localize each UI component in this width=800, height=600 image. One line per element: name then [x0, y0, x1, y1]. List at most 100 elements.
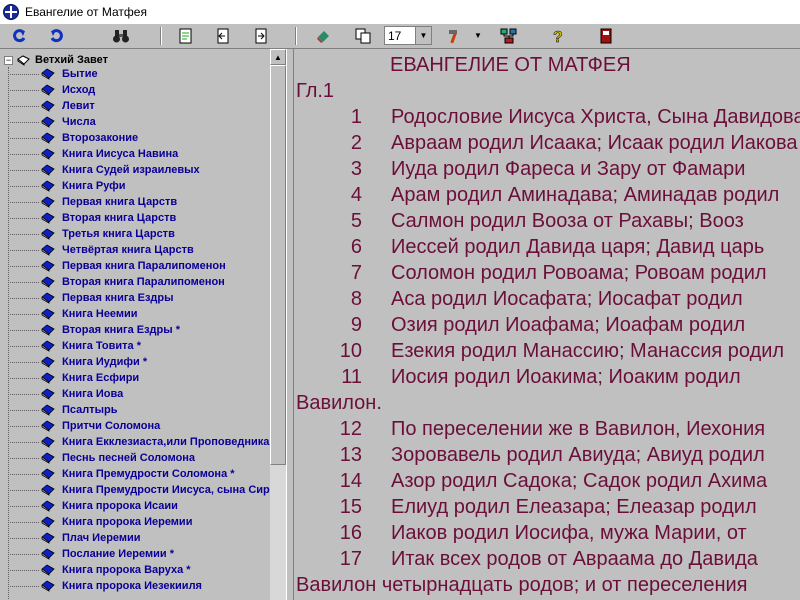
tree-item[interactable]: Левит [8, 98, 95, 114]
book-icon [41, 148, 55, 160]
tree-item[interactable]: Книга пророка Варуха * [8, 562, 191, 578]
network-button[interactable] [498, 26, 520, 46]
tree-item-label: Исход [62, 84, 96, 96]
tree-item[interactable]: Третья книга Царств [8, 226, 175, 242]
tree-item[interactable]: Книга Иова [8, 386, 123, 402]
verse-number: 5 [350, 210, 362, 232]
tree-item[interactable]: Бытие [8, 66, 98, 82]
book-icon [41, 292, 55, 304]
tree-item[interactable]: Книга пророка Иеремии [8, 514, 192, 530]
tree-item[interactable]: Плач Иеремии [8, 530, 141, 546]
tree-item[interactable]: Четвёртая книга Царств [8, 242, 194, 258]
tree-item-label: Вторая книга Царств [62, 212, 177, 224]
tree-item[interactable]: Книга Премудрости Иисуса, сына Сирахова … [8, 482, 270, 498]
book-icon [41, 564, 55, 576]
caret-up-icon: ▲ [274, 52, 282, 62]
tree-item[interactable]: Книга Иисуса Навина [8, 146, 178, 162]
scroll-up-button[interactable]: ▲ [270, 49, 286, 65]
tree-item[interactable]: Книга пророка Иезекииля [8, 578, 202, 594]
tree-item-label: Книга Иисуса Навина [62, 148, 179, 160]
book-icon [41, 468, 55, 480]
verse-text: Родословие Иисуса Христа, Сына Давидова [391, 106, 800, 128]
tree-item[interactable]: Книга Товита * [8, 338, 141, 354]
tree-item[interactable]: Книга Екклезиаста,или Проповедника [8, 434, 269, 450]
tree-item[interactable]: Вторая книга Ездры * [8, 322, 180, 338]
book-icon [41, 180, 55, 192]
exit-button[interactable] [595, 26, 617, 46]
tree-item[interactable]: Книга Иудифи * [8, 354, 147, 370]
tree-item[interactable]: Книга Руфи [8, 178, 126, 194]
tree-item[interactable]: Песнь песней Соломона [8, 450, 195, 466]
scripture-text-pane[interactable]: ЕВАНГЕЛИЕ ОТ МАТФЕЯ Гл.1 1 Родословие Ии… [293, 49, 800, 600]
tree-item[interactable]: Первая книга Царств [8, 194, 177, 210]
verse-number: 2 [350, 132, 362, 154]
verse-number: 16 [339, 522, 362, 544]
verse-text: Азор родил Садока; Садок родил Ахима [391, 470, 768, 492]
collapse-icon[interactable]: − [4, 55, 13, 65]
tree-item[interactable]: Псалтырь [8, 402, 118, 418]
tool-button[interactable] [312, 26, 334, 46]
hammer-button[interactable] [444, 26, 466, 46]
verse-text: Арам родил Аминадава; Аминадав родил [391, 184, 780, 206]
tree-item[interactable]: Книга пророка Исаии [8, 498, 178, 514]
tree-item[interactable]: Первая книга Паралипоменон [8, 258, 226, 274]
tree-item[interactable]: Книга Неемии [8, 306, 138, 322]
next-page-button[interactable] [250, 26, 272, 46]
book-icon [41, 388, 55, 400]
verse-text: Авраам родил Исаака; Исаак родил Иакова [391, 132, 798, 154]
copy-button[interactable] [352, 26, 374, 46]
tree-item-label: Бытие [62, 68, 98, 80]
verse-number: 15 [339, 496, 362, 518]
tree-item-label: Книга Екклезиаста,или Проповедника [62, 436, 270, 448]
book-icon [41, 116, 55, 128]
verse-number: 14 [339, 470, 362, 492]
tree-item[interactable]: Притчи Соломона [8, 418, 160, 434]
help-button[interactable]: ? [546, 26, 568, 46]
tree-item-label: Вторая книга Паралипоменон [62, 276, 225, 288]
prev-page-button[interactable] [212, 26, 234, 46]
verse-text: Езекия родил Манассию; Манассия родил [391, 340, 785, 362]
book-icon [41, 420, 55, 432]
verse-number: 8 [350, 288, 362, 310]
tree-item[interactable]: Вторая книга Паралипоменон [8, 274, 225, 290]
tree-scrollbar[interactable]: ▲ [270, 49, 286, 600]
book-icon [41, 372, 55, 384]
back-button[interactable] [8, 26, 30, 46]
tree-root-old-testament[interactable]: − Ветхий Завет [4, 53, 108, 67]
chevron-down-icon[interactable]: ▼ [415, 27, 431, 44]
tree-item-label: Книга Руфи [62, 180, 126, 192]
tree-item-label: Первая книга Царств [62, 196, 178, 208]
tree-item[interactable]: Книга Судей израилевых [8, 162, 200, 178]
book-tree[interactable]: − Ветхий Завет Бытие Исход Левит Числа Второ… [0, 49, 270, 600]
hammer-dropdown[interactable]: ▼ [472, 26, 484, 46]
toolbar: 17 ▼ ▼ ? [0, 24, 800, 49]
book-icon [41, 84, 55, 96]
tree-item-label: Книга Неемии [62, 308, 138, 320]
tree-item[interactable]: Вторая книга Царств [8, 210, 176, 226]
tree-item[interactable]: Исход [8, 82, 95, 98]
verse-text: Иессей родил Давида царя; Давид царь [391, 236, 765, 258]
tree-item-label: Вторая книга Ездры * [62, 324, 180, 336]
verse-number: 6 [350, 236, 362, 258]
book-icon [41, 260, 55, 272]
font-size-select[interactable]: 17 ▼ [384, 26, 432, 45]
tree-item[interactable]: Числа [8, 114, 96, 130]
tree-item[interactable]: Первая книга Ездры [8, 290, 174, 306]
hammer-icon [449, 30, 457, 44]
tree-item[interactable]: Книга Премудрости Соломона * [8, 466, 235, 482]
tree-item-label: Первая книга Ездры [62, 292, 174, 304]
tree-item-label: Плач Иеремии [62, 532, 141, 544]
page-prev-icon [217, 28, 229, 44]
pane-splitter[interactable] [286, 49, 293, 600]
tree-item[interactable]: Книга Есфири [8, 370, 139, 386]
tree-item[interactable]: Второзаконие [8, 130, 138, 146]
find-button[interactable] [110, 26, 132, 46]
document-button[interactable] [175, 26, 197, 46]
forward-button[interactable] [46, 26, 68, 46]
scroll-thumb[interactable] [270, 65, 286, 465]
tree-item[interactable]: Послание Иеремии * [8, 546, 174, 562]
book-icon [41, 436, 55, 448]
document-icon [179, 28, 192, 44]
book-icon [41, 580, 55, 592]
title-bar: Евангелие от Матфея [0, 0, 800, 25]
